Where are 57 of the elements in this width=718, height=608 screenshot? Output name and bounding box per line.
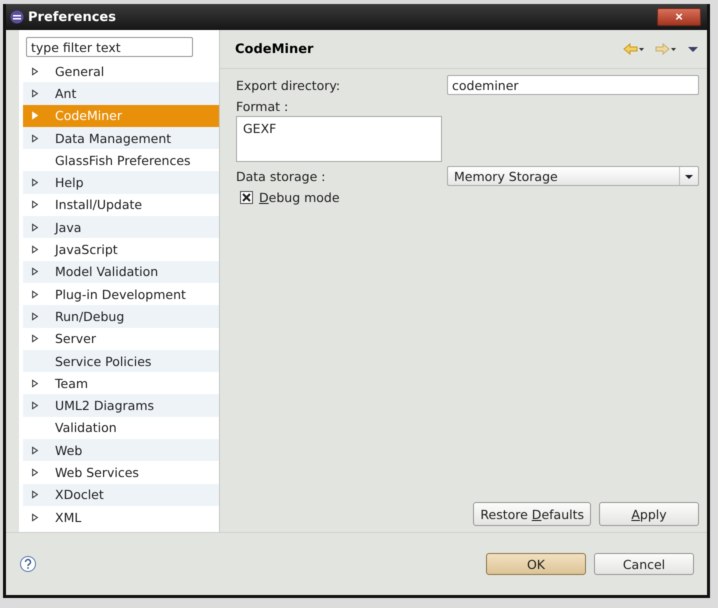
back-arrow-icon[interactable] (623, 43, 645, 55)
tree-item[interactable]: Service Policies (23, 350, 219, 372)
expand-arrow-icon[interactable] (31, 512, 39, 522)
tree-item[interactable]: Install/Update (23, 194, 219, 216)
expand-arrow-icon[interactable] (31, 267, 39, 276)
field-label: Export directory: (236, 78, 342, 92)
close-button[interactable]: × (657, 8, 701, 26)
expand-arrow-icon[interactable] (31, 200, 39, 210)
expand-arrow-icon[interactable] (31, 134, 39, 143)
page-title: CodeMiner (234, 42, 314, 56)
expand-arrow-icon[interactable] (31, 178, 39, 188)
field-label: Data storage : (236, 168, 326, 184)
tree-item[interactable]: Team (23, 372, 219, 394)
expand-arrow-icon[interactable] (31, 378, 39, 388)
cancel-button[interactable]: Cancel (594, 553, 694, 575)
expand-arrow-icon[interactable] (31, 334, 39, 344)
tree-item[interactable]: Server (23, 328, 219, 350)
forward-arrow-icon[interactable] (655, 43, 677, 55)
tree-item[interactable]: Ant (23, 82, 219, 105)
expand-arrow-icon[interactable] (31, 222, 39, 232)
field-label: Format : (236, 99, 290, 114)
tree-item[interactable]: Help (23, 171, 219, 194)
tree-item[interactable]: JavaScript (23, 238, 219, 261)
window-title: Preferences (28, 10, 117, 24)
expand-arrow-icon[interactable] (31, 88, 39, 98)
tree-item[interactable]: GlassFish Preferences (23, 149, 219, 172)
tree-item[interactable]: Run/Debug (23, 305, 219, 328)
expand-arrow-icon[interactable] (31, 66, 39, 76)
expand-arrow-icon[interactable] (31, 290, 39, 299)
expand-arrow-icon[interactable] (31, 490, 39, 500)
debug-mode-checkbox[interactable]: Debug mode (240, 190, 699, 205)
tree-item[interactable]: Web Services (23, 461, 219, 484)
expand-arrow-icon[interactable] (31, 245, 39, 254)
ok-button[interactable]: OK (486, 553, 586, 575)
tree-item[interactable]: XDoclet (23, 484, 219, 506)
filter-field[interactable]: type filter text (26, 37, 193, 57)
restore-defaults-button[interactable]: Restore Defaults (473, 502, 591, 526)
expand-arrow-icon[interactable] (31, 446, 39, 455)
tree-item[interactable]: Java (23, 216, 219, 238)
tree-item[interactable]: UML2 Diagrams (23, 394, 219, 417)
tree-item[interactable]: Web (23, 439, 219, 462)
tree-item[interactable]: Data Management (23, 126, 219, 150)
apply-button[interactable]: Apply (599, 502, 699, 526)
app-icon (10, 10, 24, 24)
tree-item[interactable]: General (23, 60, 219, 82)
tree-item[interactable]: Validation (23, 416, 219, 440)
data-storage-dropdown[interactable]: Memory Storage (447, 166, 699, 186)
help-icon[interactable] (19, 555, 37, 573)
export-directory-field[interactable]: codeminer (447, 75, 699, 95)
expand-arrow-icon[interactable] (31, 312, 39, 321)
format-field[interactable]: GEXF (236, 116, 442, 162)
expand-arrow-icon[interactable] (31, 468, 39, 477)
tree-item[interactable]: Plug-in Development (23, 282, 219, 306)
checkbox-icon[interactable] (240, 191, 253, 204)
tree-item[interactable]: Model Validation (23, 260, 219, 283)
expand-arrow-icon[interactable] (31, 401, 39, 410)
tree-item[interactable]: XML (23, 506, 219, 528)
